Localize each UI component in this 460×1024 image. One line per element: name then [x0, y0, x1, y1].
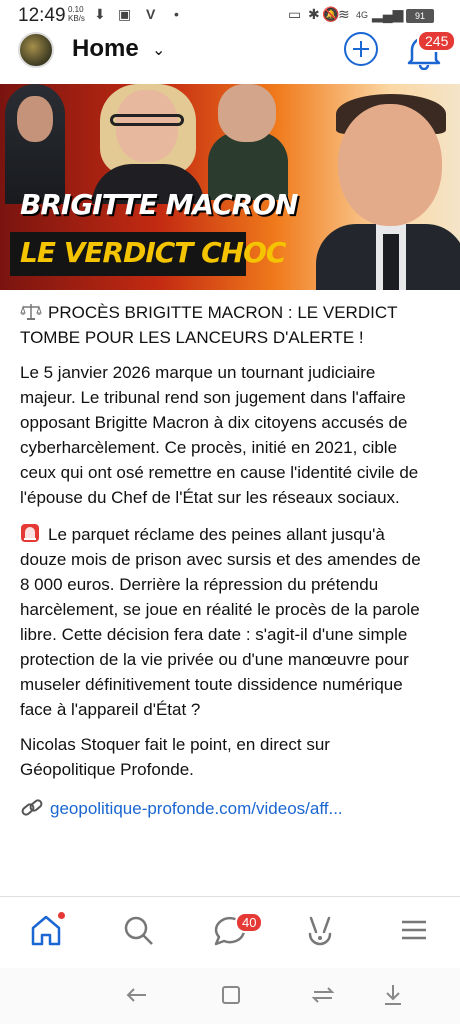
wifi-icon: ≋: [338, 6, 350, 22]
system-nav-bar: [0, 968, 460, 1024]
cast-icon: ▭: [288, 6, 302, 22]
person-figure: [92, 84, 204, 204]
page-title[interactable]: Home: [72, 35, 139, 63]
photo-icon: ▣: [118, 6, 132, 22]
image-caption-line1: BRIGITTE MACRON: [20, 188, 298, 221]
siren-icon: [21, 524, 39, 542]
person-figure: [316, 84, 460, 290]
notification-badge: 245: [417, 30, 457, 52]
bottom-nav: [0, 900, 460, 960]
chat-badge: 40: [235, 912, 264, 933]
post-paragraph: Nicolas Stoquer fait le point, en direct…: [20, 735, 330, 779]
chevron-down-icon[interactable]: ⌄: [152, 40, 165, 60]
clock: 12:49: [18, 5, 66, 26]
recents-icon[interactable]: [310, 982, 336, 1008]
link-url[interactable]: geopolitique-profonde.com/videos/aff...: [50, 799, 343, 818]
dot-icon: •: [174, 6, 179, 22]
back-icon[interactable]: [124, 982, 150, 1008]
home-square-icon[interactable]: [218, 982, 244, 1008]
avatar[interactable]: [18, 32, 54, 68]
post-headline: PROCÈS BRIGITTE MACRON : LE VERDICT TOMB…: [20, 303, 398, 347]
post-body: PROCÈS BRIGITTE MACRON : LE VERDICT TOMB…: [20, 300, 424, 831]
signal-icon: ▂▄▆: [372, 6, 404, 22]
post-paragraph: Le 5 janvier 2026 marque un tournant jud…: [20, 363, 419, 507]
signal-label: 4G: [356, 10, 369, 20]
bluetooth-icon: ✱: [308, 6, 320, 22]
person-figure: [208, 84, 288, 200]
app-v-icon: V: [146, 6, 156, 22]
post-paragraph: Le parquet réclame des peines allant jus…: [20, 524, 421, 719]
home-unread-dot: [58, 912, 65, 919]
battery-icon: 91: [406, 9, 434, 23]
image-caption-line2: LE VERDICT CHOC: [20, 236, 286, 269]
scales-icon: [20, 304, 42, 320]
down-arrow-icon[interactable]: [380, 982, 406, 1008]
net-speed: 0.10 KB/s: [68, 5, 85, 23]
app-header: Home ⌄ 245: [0, 26, 460, 72]
hand-icon[interactable]: [300, 910, 340, 950]
menu-icon[interactable]: [394, 910, 434, 950]
link-icon: [21, 799, 43, 816]
person-figure: [5, 84, 65, 204]
post-image[interactable]: BRIGITTE MACRON LE VERDICT CHOC: [0, 84, 460, 290]
mute-icon: 🔕: [322, 6, 340, 22]
search-icon[interactable]: [118, 910, 158, 950]
add-post-button[interactable]: [344, 32, 378, 66]
divider: [0, 896, 460, 897]
download-icon: ⬇: [94, 6, 106, 22]
post-link[interactable]: geopolitique-profonde.com/videos/aff...: [20, 792, 424, 821]
